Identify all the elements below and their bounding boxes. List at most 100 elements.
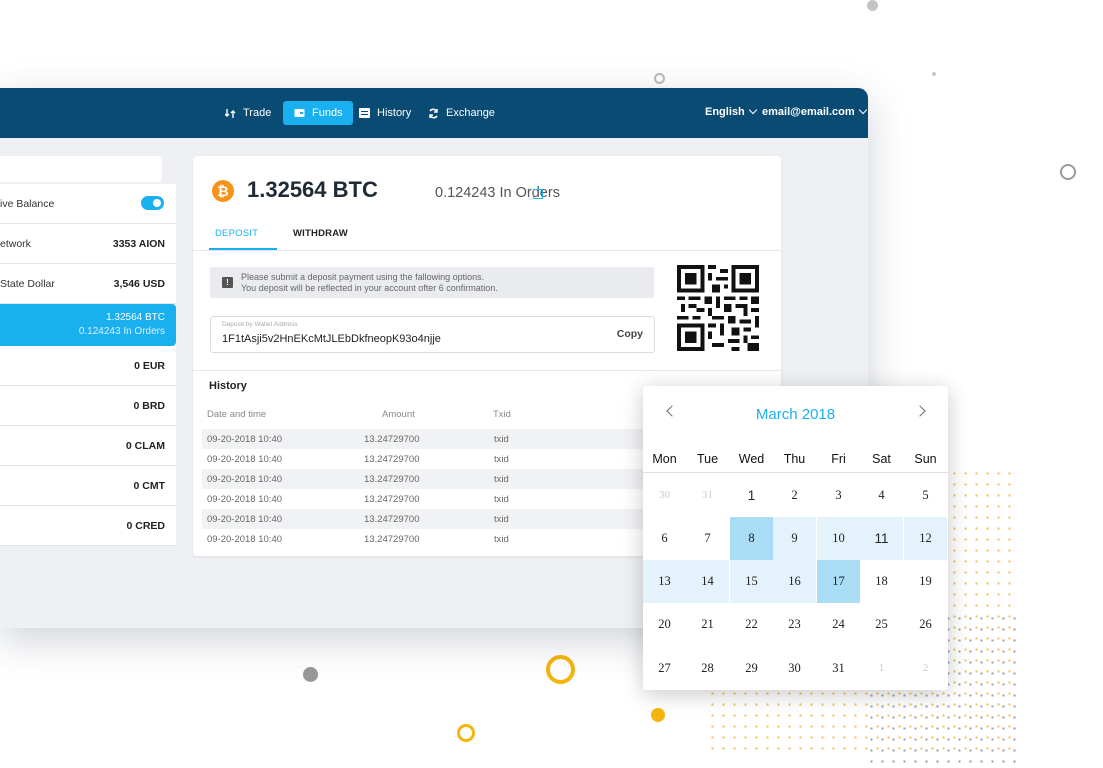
cell-txid[interactable]: txid xyxy=(494,474,509,485)
calendar-day[interactable]: 23 xyxy=(773,603,816,646)
calendar-day[interactable]: 1 xyxy=(730,474,773,517)
nav-trade[interactable]: Trade xyxy=(224,102,271,124)
copy-button[interactable]: Copy xyxy=(617,328,643,340)
calendar-day[interactable]: 30 xyxy=(773,647,816,690)
list-item[interactable]: 0 CMT xyxy=(0,466,176,506)
calendar-day[interactable]: 18 xyxy=(860,560,903,603)
cell-txid[interactable]: txid xyxy=(494,434,509,445)
calendar-day[interactable]: 26 xyxy=(904,603,947,646)
nav-exchange[interactable]: Exchange xyxy=(427,102,495,124)
calendar-day[interactable]: 30 xyxy=(643,474,686,517)
divider xyxy=(643,472,948,473)
history-table: 09-20-2018 10:40 13.24729700 txid 09-20-20… xyxy=(202,429,672,549)
calendar-day[interactable]: 2 xyxy=(904,647,947,690)
language-selector[interactable]: English xyxy=(705,105,757,118)
wallet-address-field[interactable]: Deposit by Wallet Address 1F1tAsji5v2HnE… xyxy=(210,316,655,353)
calendar-day[interactable]: 22 xyxy=(730,603,773,646)
header-txid: Txid xyxy=(493,409,511,420)
nav-history-label: History xyxy=(377,107,412,119)
calendar-day[interactable]: 24 xyxy=(817,603,860,646)
calendar-day[interactable]: 7 xyxy=(686,517,729,560)
tab-withdraw[interactable]: WITHDRAW xyxy=(293,228,348,239)
calendar-day[interactable]: 31 xyxy=(817,647,860,690)
calendar-day[interactable]: 27 xyxy=(643,647,686,690)
calendar-day[interactable]: 10 xyxy=(817,517,860,560)
calendar-day[interactable]: 19 xyxy=(904,560,947,603)
nav-funds[interactable]: Funds xyxy=(283,101,353,125)
calendar-day[interactable]: 20 xyxy=(643,603,686,646)
table-row[interactable]: 09-20-2018 10:40 13.24729700 txid xyxy=(202,489,672,509)
list-item[interactable]: 0 BRD xyxy=(0,386,176,426)
calendar-day[interactable]: 31 xyxy=(686,474,729,517)
list-icon xyxy=(358,107,370,119)
calendar-day[interactable]: 6 xyxy=(643,517,686,560)
calendar-day[interactable]: 3 xyxy=(817,474,860,517)
coin-balance: 0 CRED xyxy=(126,520,165,532)
cell-amount: 13.24729700 xyxy=(364,434,420,445)
cell-date: 09-20-2018 10:40 xyxy=(207,514,283,525)
list-item[interactable]: 0 CRED xyxy=(0,506,176,546)
nav-history[interactable]: History xyxy=(358,102,411,124)
table-row[interactable]: 09-20-2018 10:40 13.24729700 txid xyxy=(202,529,672,549)
decor-ring-orange xyxy=(546,655,575,684)
list-item[interactable]: State Dollar 3,546 USD xyxy=(0,264,176,304)
active-balance-label: ive Balance xyxy=(0,198,55,210)
account-menu[interactable]: email@email.com xyxy=(762,105,867,118)
table-row[interactable]: 09-20-2018 10:40 13.24729700 txid xyxy=(202,509,672,529)
calendar-day[interactable]: 1 xyxy=(860,647,903,690)
calendar-day[interactable]: 14 xyxy=(686,560,729,603)
weekday-header: Mon Tue Wed Thu Fri Sat Sun xyxy=(643,452,948,468)
weekday-label: Wed xyxy=(738,452,765,466)
divider xyxy=(193,370,781,371)
calendar-day[interactable]: 12 xyxy=(904,517,947,560)
weekday-label: Sat xyxy=(872,452,891,466)
table-row[interactable]: 09-20-2018 10:40 13.24729700 txid xyxy=(202,449,672,469)
list-item-selected[interactable]: 1.32564 BTC 0.124243 In Orders xyxy=(0,304,176,346)
decor-dot-gray xyxy=(867,0,878,11)
calendar-day[interactable]: 2 xyxy=(773,474,816,517)
calendar-day[interactable]: 28 xyxy=(686,647,729,690)
calendar-day-selected[interactable]: 17 xyxy=(817,560,860,603)
wallet-icon xyxy=(293,107,305,119)
calendar-day[interactable]: 9 xyxy=(773,517,816,560)
calendar-day[interactable]: 21 xyxy=(686,603,729,646)
search-input[interactable] xyxy=(0,156,162,182)
calendar-day[interactable]: 15 xyxy=(730,560,773,603)
list-item[interactable]: 0 EUR xyxy=(0,346,176,386)
calendar-day[interactable]: 29 xyxy=(730,647,773,690)
decor-ring-gray xyxy=(654,73,665,84)
cell-txid[interactable]: txid xyxy=(494,514,509,525)
chevron-down-icon xyxy=(858,105,867,115)
language-label: English xyxy=(705,106,745,118)
account-email: email@email.com xyxy=(762,106,855,118)
decor-dot-gray-bottom xyxy=(303,667,318,682)
active-balance-row: ive Balance xyxy=(0,184,176,224)
list-item[interactable]: 0 CLAM xyxy=(0,426,176,466)
calendar-day[interactable]: 5 xyxy=(904,474,947,517)
calendar-day[interactable]: 11 xyxy=(860,517,903,560)
tab-deposit[interactable]: DEPOSIT xyxy=(215,228,258,239)
calendar-day[interactable]: 13 xyxy=(643,560,686,603)
calendar-day[interactable]: 25 xyxy=(860,603,903,646)
calendar-day-selected[interactable]: 8 xyxy=(730,517,773,560)
wallet-address-label: Deposit by Wallet Address xyxy=(222,321,298,328)
cell-txid[interactable]: txid xyxy=(494,454,509,465)
calendar-day[interactable]: 16 xyxy=(773,560,816,603)
cell-date: 09-20-2018 10:40 xyxy=(207,454,283,465)
wallet-balance: 1.32564 BTC xyxy=(247,177,378,202)
weekday-label: Thu xyxy=(783,452,806,466)
calendar-day[interactable]: 4 xyxy=(860,474,903,517)
list-item[interactable]: etwork 3353 AION xyxy=(0,224,176,264)
header-amount: Amount xyxy=(382,409,415,420)
table-row[interactable]: 09-20-2018 10:40 13.24729700 txid xyxy=(202,469,672,489)
external-link-icon[interactable] xyxy=(533,189,543,199)
bitcoin-icon: ₿ xyxy=(212,180,234,202)
top-navigation-bar: Trade Funds History Exchange English ema… xyxy=(0,88,868,138)
cell-txid[interactable]: txid xyxy=(494,534,509,545)
table-row[interactable]: 09-20-2018 10:40 13.24729700 txid xyxy=(202,429,672,449)
wallet-address-value[interactable]: 1F1tAsji5v2HnEKcMtJLEbDkfneopK93o4njje xyxy=(222,333,441,345)
active-balance-toggle[interactable] xyxy=(141,196,164,210)
cell-amount: 13.24729700 xyxy=(364,494,420,505)
cell-txid[interactable]: txid xyxy=(494,494,509,505)
coin-balance: 0 CLAM xyxy=(125,440,165,452)
